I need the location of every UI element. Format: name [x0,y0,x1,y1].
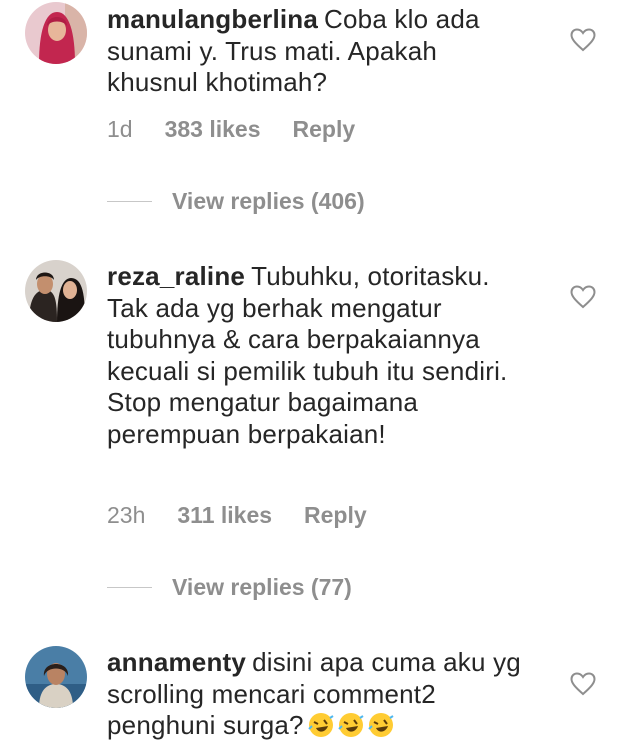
like-heart-icon[interactable] [570,672,596,696]
rolling-on-floor-laughing-emoji [338,712,364,738]
view-replies-label: View replies (77) [172,574,352,600]
username-link[interactable]: manulangberlina [107,4,318,34]
like-heart-icon[interactable] [570,285,596,309]
reply-button[interactable]: Reply [304,502,367,529]
comment-meta: 23h 311 likes Reply [107,502,367,529]
like-heart-icon[interactable] [570,28,596,52]
rolling-on-floor-laughing-emoji [308,712,334,738]
likes-count-button[interactable]: 311 likes [177,502,272,529]
rolling-on-floor-laughing-emoji [368,712,394,738]
likes-count-button[interactable]: 383 likes [165,116,261,143]
view-replies-button[interactable]: View replies (406) [107,188,365,215]
avatar[interactable] [25,260,87,322]
divider [107,200,152,203]
avatar[interactable] [25,2,87,64]
timestamp: 1d [107,116,133,142]
view-replies-button[interactable]: View replies (77) [107,574,352,601]
divider [107,586,152,589]
username-link[interactable]: reza_raline [107,261,245,291]
avatar[interactable] [25,646,87,708]
username-link[interactable]: annamenty [107,647,246,677]
reply-button[interactable]: Reply [293,116,356,143]
view-replies-label: View replies (406) [172,188,365,214]
timestamp: 23h [107,502,146,528]
comment-body: manulangberlina Coba klo ada sunami y. Tr… [107,4,527,99]
comment-meta: 1d 383 likes Reply [107,116,355,143]
comment-body: annamenty disini apa cuma aku yg scrollin… [107,647,527,742]
comment-body: reza_raline Tubuhku, otoritasku. Tak ada … [107,261,527,450]
